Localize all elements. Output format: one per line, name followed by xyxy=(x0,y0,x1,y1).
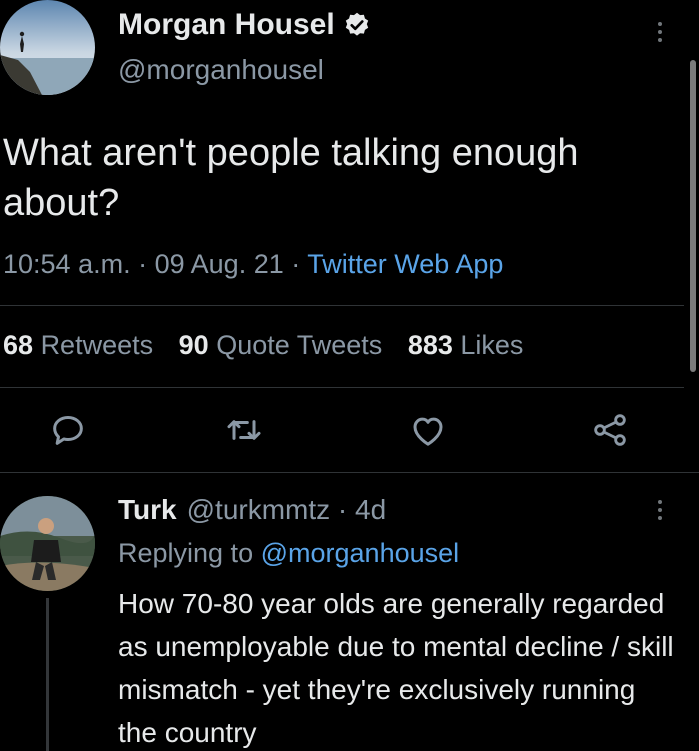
author-name-row: Morgan Housel xyxy=(118,8,371,42)
reply-author-display-name[interactable]: Turk xyxy=(118,494,177,526)
reply-author-meta: @turkmmtz · 4d xyxy=(187,494,387,526)
author-display-name[interactable]: Morgan Housel xyxy=(118,8,335,42)
divider xyxy=(0,305,684,306)
divider xyxy=(0,387,684,388)
more-options-icon[interactable] xyxy=(655,22,665,42)
replying-to: Replying to @morganhousel xyxy=(118,538,459,569)
reply-author-row: Turk @turkmmtz · 4d xyxy=(118,494,386,526)
divider xyxy=(0,472,699,473)
thread-connector-line xyxy=(46,598,49,751)
meta-separator: · xyxy=(337,494,348,525)
author-handle[interactable]: @morganhousel xyxy=(118,54,324,86)
likes-label: Likes xyxy=(460,330,524,360)
share-icon xyxy=(594,414,626,446)
retweets-label: Retweets xyxy=(40,330,154,360)
replying-to-label: Replying to xyxy=(118,538,254,568)
quote-tweets-stat[interactable]: 90 Quote Tweets xyxy=(179,330,383,360)
like-icon xyxy=(413,417,443,446)
author-avatar[interactable] xyxy=(0,0,95,95)
reply-button[interactable] xyxy=(48,410,88,450)
reply-age[interactable]: 4d xyxy=(355,494,386,525)
more-options-icon[interactable] xyxy=(655,500,665,520)
profile-photo xyxy=(0,0,95,95)
retweet-icon xyxy=(227,420,261,440)
reply-icon xyxy=(53,416,83,445)
likes-count: 883 xyxy=(407,330,453,360)
reply-text: How 70-80 year olds are generally regard… xyxy=(118,588,674,748)
retweet-button[interactable] xyxy=(224,410,264,450)
tweet-text: What aren't people talking enough about? xyxy=(3,132,579,224)
retweets-count: 68 xyxy=(3,330,34,360)
tweet-metadata: 10:54 a.m. · 09 Aug. 21 · Twitter Web Ap… xyxy=(3,249,503,280)
profile-photo xyxy=(0,496,95,591)
retweets-stat[interactable]: 68 Retweets xyxy=(3,330,153,360)
reply-author-handle[interactable]: @turkmmtz xyxy=(187,494,331,525)
likes-stat[interactable]: 883 Likes xyxy=(408,330,524,360)
share-button[interactable] xyxy=(590,410,630,450)
meta-separator: · xyxy=(291,249,301,279)
meta-separator: · xyxy=(138,249,148,279)
tweet-time[interactable]: 10:54 a.m. xyxy=(3,249,131,279)
tweet-source-link[interactable]: Twitter Web App xyxy=(307,249,503,279)
quote-tweets-label: Quote Tweets xyxy=(216,330,383,360)
tweet-date[interactable]: 09 Aug. 21 xyxy=(155,249,284,279)
verified-badge-icon xyxy=(345,12,368,36)
reply-author-avatar[interactable] xyxy=(0,496,95,591)
tweet-stats: 68 Retweets 90 Quote Tweets 883 Likes xyxy=(3,330,541,361)
like-button[interactable] xyxy=(408,410,448,450)
scrollbar[interactable] xyxy=(690,60,696,372)
quote-tweets-count: 90 xyxy=(178,330,209,360)
replying-to-mention[interactable]: @morganhousel xyxy=(261,538,460,568)
